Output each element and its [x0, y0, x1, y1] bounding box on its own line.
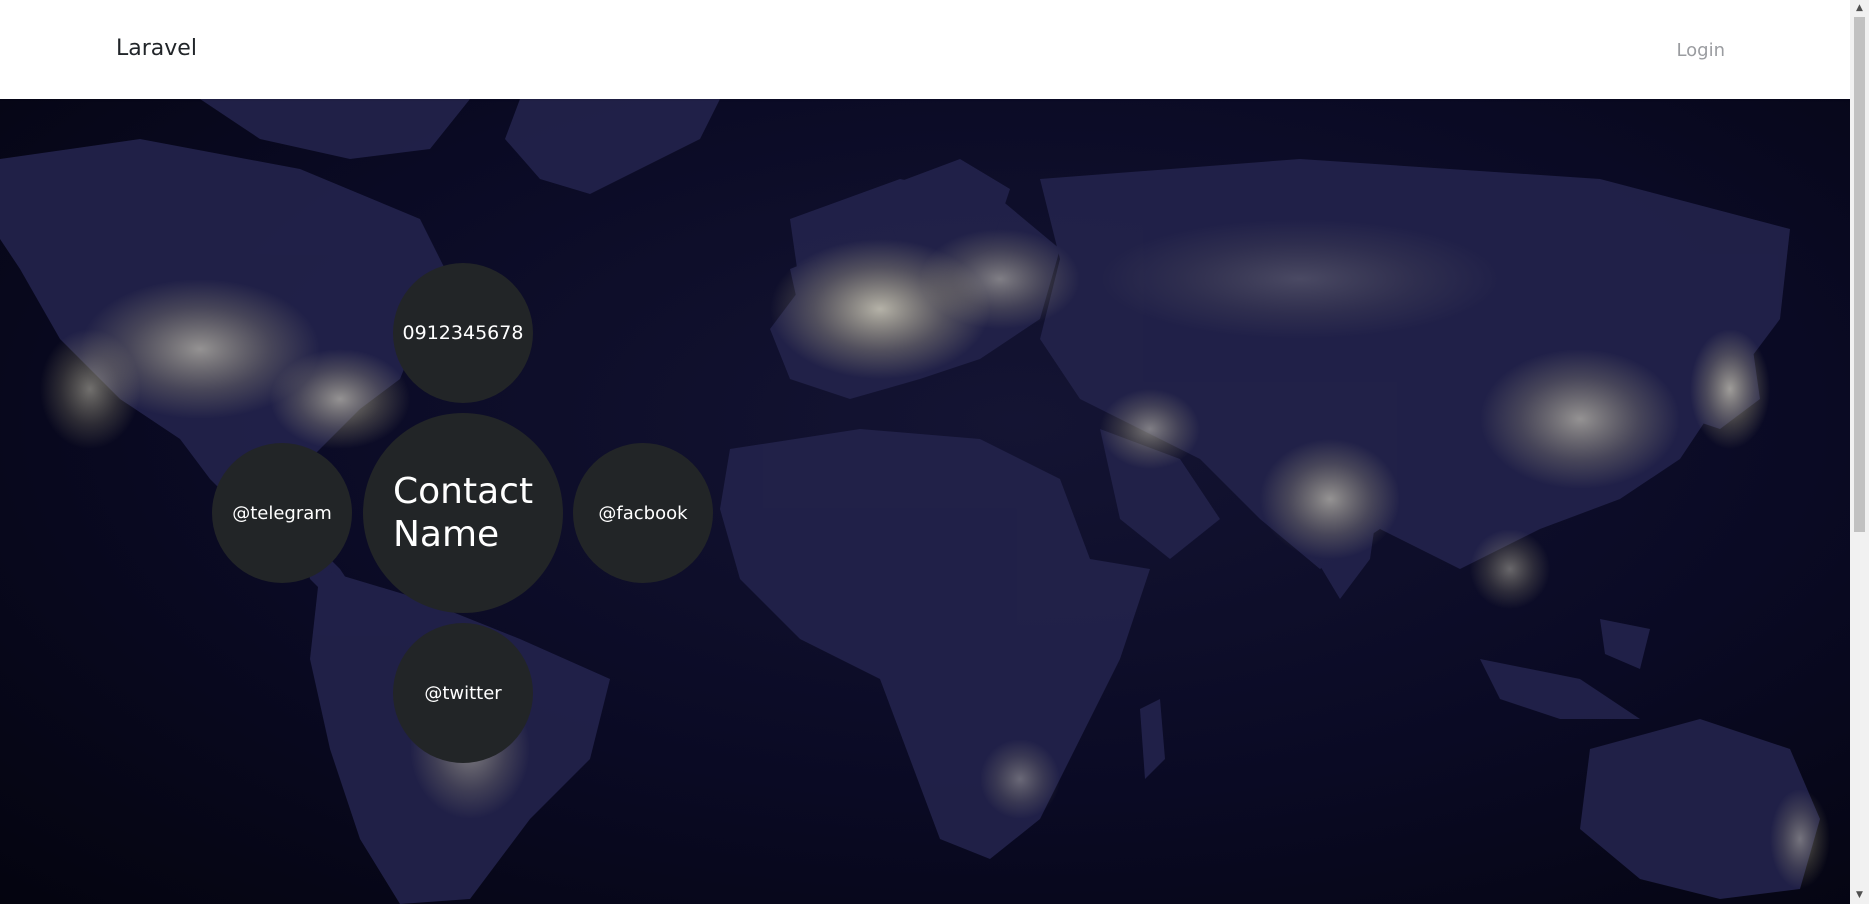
twitter-handle: @twitter — [424, 682, 502, 704]
phone-circle[interactable]: 0912345678 — [393, 263, 533, 403]
vertical-scrollbar[interactable]: ▲ ▼ — [1850, 0, 1869, 904]
contact-name: Contact Name — [393, 471, 534, 555]
navbar: Laravel Login — [0, 0, 1850, 99]
brand-link[interactable]: Laravel — [116, 36, 197, 61]
facebook-circle[interactable]: @facbook — [573, 443, 713, 583]
world-map-background: 0912345678 @telegram Contact Name @facbo… — [0, 99, 1850, 904]
contact-name-circle[interactable]: Contact Name — [363, 413, 563, 613]
login-link[interactable]: Login — [1676, 40, 1725, 61]
scroll-up-arrow-icon[interactable]: ▲ — [1850, 0, 1869, 17]
telegram-handle: @telegram — [232, 502, 332, 524]
facebook-handle: @facbook — [598, 502, 688, 524]
telegram-circle[interactable]: @telegram — [212, 443, 352, 583]
scroll-down-arrow-icon[interactable]: ▼ — [1850, 887, 1869, 904]
scrollbar-thumb[interactable] — [1854, 17, 1865, 532]
twitter-circle[interactable]: @twitter — [393, 623, 533, 763]
phone-number: 0912345678 — [402, 322, 524, 344]
